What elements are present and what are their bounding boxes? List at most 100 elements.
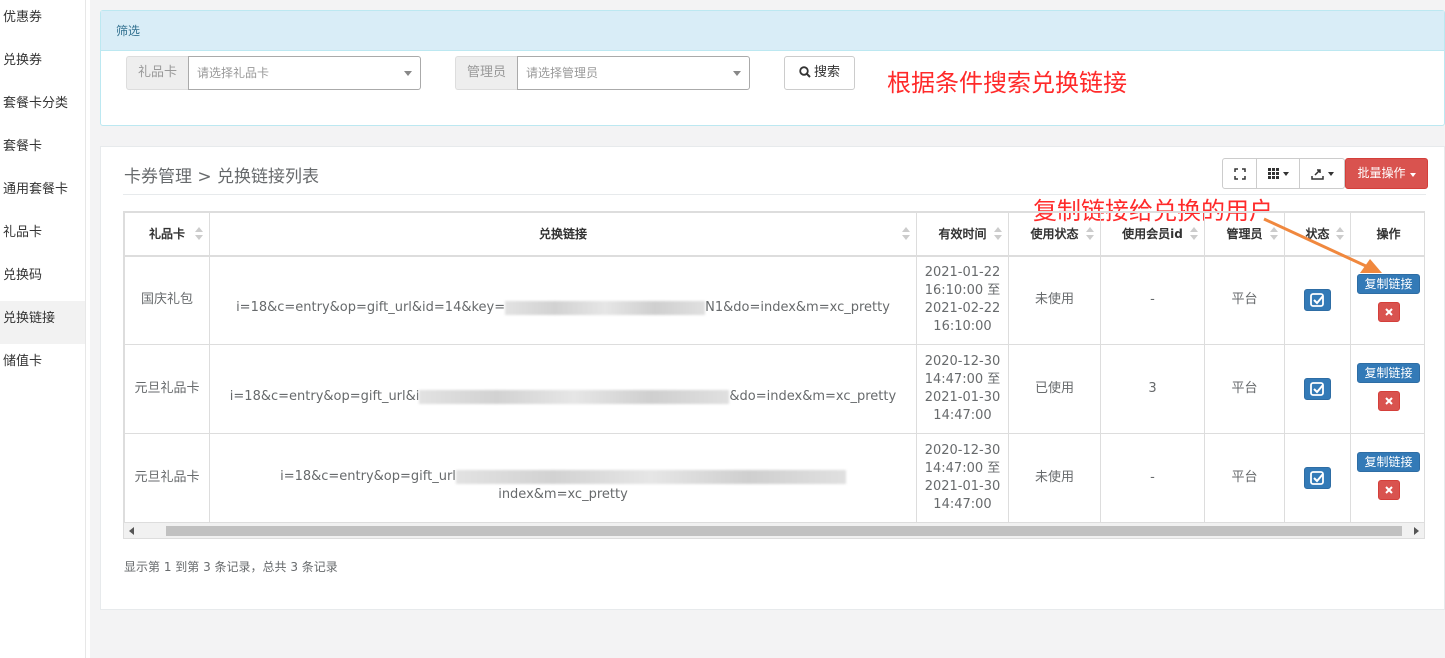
admin-label: 管理员 bbox=[455, 56, 518, 90]
batch-operations-label: 批量操作 bbox=[1357, 166, 1406, 180]
links-table: 礼品卡 兑换链接 有效时间 使用状态 使用会员id 管理员 状态 操作 国庆礼包 bbox=[123, 211, 1425, 523]
table-row: 元旦礼品卡 i=18&c=entry&op=gift_url index&m=xc… bbox=[124, 433, 1424, 522]
cell-gift-card: 元旦礼品卡 bbox=[124, 344, 210, 434]
sidebar-item-package-category[interactable]: 套餐卡分类 bbox=[0, 86, 85, 129]
valid-from: 2020-12-30 14:47:00 至 bbox=[924, 443, 1001, 476]
cell-status bbox=[1284, 344, 1351, 434]
sidebar-item-exchange-link[interactable]: 兑换链接 bbox=[0, 301, 85, 344]
chevron-down-icon bbox=[1282, 171, 1289, 176]
fullscreen-icon bbox=[1233, 167, 1246, 180]
batch-operations-button[interactable]: 批量操作 bbox=[1345, 158, 1428, 189]
search-icon bbox=[799, 66, 811, 78]
check-square-icon bbox=[1310, 382, 1324, 396]
sidebar: 优惠券 兑换券 套餐卡分类 套餐卡 通用套餐卡 礼品卡 兑换码 兑换链接 储值卡 bbox=[0, 0, 86, 658]
grid-icon bbox=[1267, 168, 1279, 179]
search-annotation: 根据条件搜索兑换链接 bbox=[887, 69, 1127, 97]
link-text-tail: N1&do=index&m=xc_pretty bbox=[705, 300, 890, 316]
chevron-down-icon bbox=[1409, 173, 1416, 177]
annotation-arrow-icon bbox=[1263, 217, 1382, 273]
link-text-tail: index&m=xc_pretty bbox=[498, 487, 628, 502]
status-toggle-button[interactable] bbox=[1304, 467, 1331, 489]
cell-status bbox=[1284, 433, 1351, 522]
cell-gift-card: 元旦礼品卡 bbox=[124, 433, 210, 522]
scrollbar-thumb[interactable] bbox=[166, 526, 1402, 536]
link-text-tail: &do=index&m=xc_pretty bbox=[729, 389, 897, 404]
scroll-left-icon[interactable] bbox=[129, 527, 134, 535]
blurred-region bbox=[505, 300, 706, 315]
search-button-label: 搜索 bbox=[813, 65, 840, 80]
columns-button[interactable] bbox=[1257, 158, 1300, 189]
scroll-right-icon[interactable] bbox=[1414, 527, 1419, 535]
cell-link: i=18&c=entry&op=gift_url index&m=xc_prett… bbox=[209, 433, 917, 522]
col-link[interactable]: 兑换链接 bbox=[209, 212, 917, 257]
valid-to: 2021-02-22 16:10:00 bbox=[924, 301, 1001, 335]
horizontal-scrollbar[interactable] bbox=[123, 522, 1425, 539]
copy-link-button[interactable]: 复制链接 bbox=[1357, 362, 1420, 383]
gift-card-filter: 礼品卡 请选择礼品卡 bbox=[126, 56, 422, 90]
sidebar-item-exchange-code[interactable]: 兑换码 bbox=[0, 258, 85, 301]
cell-use-status: 未使用 bbox=[1008, 433, 1101, 522]
chevron-down-icon bbox=[1327, 171, 1334, 176]
filter-title: 筛选 bbox=[101, 11, 1444, 51]
blurred-region bbox=[419, 389, 730, 404]
table-row: 元旦礼品卡 i=18&c=entry&op=gift_url&i &do=inde… bbox=[124, 344, 1424, 434]
col-valid-time[interactable]: 有效时间 bbox=[916, 212, 1009, 257]
valid-from: 2020-12-30 14:47:00 至 bbox=[924, 354, 1001, 387]
sidebar-item-exchange-coupon[interactable]: 兑换券 bbox=[0, 43, 85, 86]
status-toggle-button[interactable] bbox=[1304, 378, 1331, 400]
cell-use-status: 未使用 bbox=[1008, 255, 1101, 345]
delete-button[interactable] bbox=[1377, 301, 1400, 322]
list-panel: 卡券管理 > 兑换链接列表 批量操作 复制链接给兑换的用户 礼品卡 兑换链接 有… bbox=[100, 146, 1445, 610]
check-square-icon bbox=[1310, 293, 1324, 308]
sidebar-item-stored-value-card[interactable]: 储值卡 bbox=[0, 344, 85, 387]
export-button[interactable] bbox=[1300, 158, 1345, 189]
col-member-id[interactable]: 使用会员id bbox=[1100, 212, 1205, 257]
breadcrumb: 卡券管理 > 兑换链接列表 bbox=[124, 167, 320, 187]
col-use-status[interactable]: 使用状态 bbox=[1008, 212, 1101, 257]
cell-link: i=18&c=entry&op=gift_url&id=14&key= N1&do… bbox=[209, 255, 917, 345]
cell-member-id: - bbox=[1100, 433, 1205, 522]
cell-member-id: - bbox=[1100, 255, 1205, 345]
pagination-info: 显示第 1 到第 3 条记录，总共 3 条记录 bbox=[124, 560, 338, 574]
col-gift-card[interactable]: 礼品卡 bbox=[124, 212, 210, 257]
link-text-head: i=18&c=entry&op=gift_url&id=14&key= bbox=[236, 300, 506, 316]
admin-select[interactable]: 请选择管理员 bbox=[517, 56, 751, 90]
admin-placeholder: 请选择管理员 bbox=[526, 66, 599, 80]
chevron-down-icon bbox=[404, 71, 413, 76]
table-row: 国庆礼包 i=18&c=entry&op=gift_url&id=14&key=… bbox=[124, 255, 1424, 345]
cell-link: i=18&c=entry&op=gift_url&i &do=index&m=xc… bbox=[209, 344, 917, 434]
admin-filter: 管理员 请选择管理员 bbox=[455, 56, 751, 90]
cell-actions: 复制链接 bbox=[1350, 344, 1424, 434]
search-button[interactable]: 搜索 bbox=[784, 56, 855, 90]
copy-link-button[interactable]: 复制链接 bbox=[1357, 451, 1420, 472]
sidebar-item-gift-card[interactable]: 礼品卡 bbox=[0, 215, 85, 258]
close-icon bbox=[1384, 396, 1393, 405]
close-icon bbox=[1384, 308, 1393, 316]
sidebar-item-coupon[interactable]: 优惠券 bbox=[0, 0, 85, 43]
valid-from: 2021-01-22 16:10:00 至 bbox=[924, 265, 1001, 299]
sort-icon bbox=[1190, 227, 1198, 241]
sidebar-item-package-card[interactable]: 套餐卡 bbox=[0, 129, 85, 172]
link-text-head: i=18&c=entry&op=gift_url&i bbox=[229, 389, 420, 404]
gift-card-label: 礼品卡 bbox=[126, 56, 189, 90]
gift-card-placeholder: 请选择礼品卡 bbox=[197, 66, 270, 80]
valid-to: 2021-01-30 14:47:00 bbox=[924, 390, 1001, 423]
gift-card-select[interactable]: 请选择礼品卡 bbox=[188, 56, 422, 90]
delete-button[interactable] bbox=[1377, 390, 1400, 411]
valid-to: 2021-01-30 14:47:00 bbox=[924, 479, 1001, 512]
cell-valid-time: 2020-12-30 14:47:00 至 2021-01-30 14:47:0… bbox=[916, 433, 1009, 522]
cell-actions: 复制链接 bbox=[1350, 433, 1424, 522]
fullscreen-button[interactable] bbox=[1222, 158, 1257, 189]
sidebar-item-general-package-card[interactable]: 通用套餐卡 bbox=[0, 172, 85, 215]
cell-admin: 平台 bbox=[1204, 344, 1285, 434]
sort-icon bbox=[195, 227, 203, 241]
sort-icon bbox=[902, 227, 910, 241]
sort-icon bbox=[1086, 227, 1094, 241]
delete-button[interactable] bbox=[1377, 479, 1400, 500]
check-square-icon bbox=[1310, 471, 1324, 485]
cell-gift-card: 国庆礼包 bbox=[124, 255, 210, 345]
status-toggle-button[interactable] bbox=[1304, 289, 1331, 312]
cell-admin: 平台 bbox=[1204, 433, 1285, 522]
table-header: 礼品卡 兑换链接 有效时间 使用状态 使用会员id 管理员 状态 操作 bbox=[124, 212, 1424, 257]
blurred-region bbox=[455, 469, 846, 484]
